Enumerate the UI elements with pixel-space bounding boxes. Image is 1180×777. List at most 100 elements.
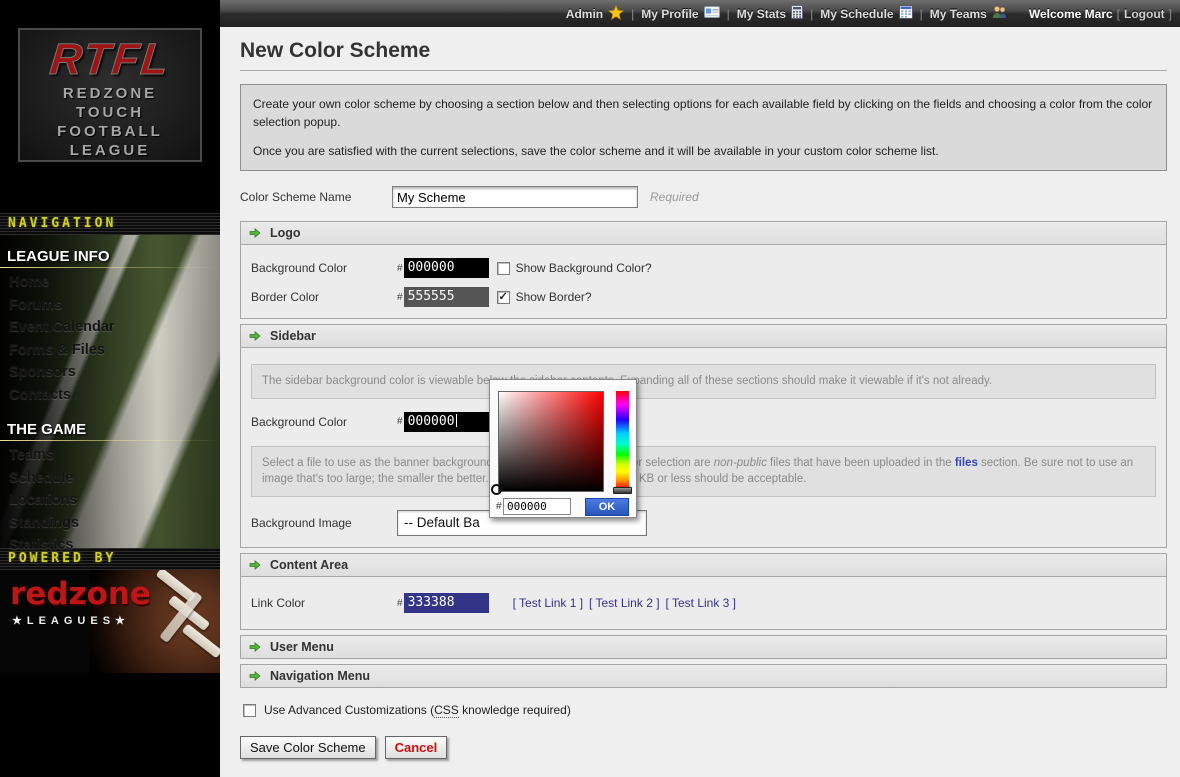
logo-border-color-swatch[interactable]: 555555	[404, 287, 489, 307]
section-user-menu: User Menu	[240, 635, 1167, 659]
menu-my-stats[interactable]: My Stats	[737, 5, 803, 22]
logo-acronym: RTFL	[17, 36, 202, 84]
menu-my-profile[interactable]: My Profile	[641, 6, 719, 21]
sidebar-bg-color-swatch[interactable]: 000000	[404, 412, 489, 432]
banner-note-text: Select a file to use as the banner backg…	[262, 457, 714, 469]
group-icon	[992, 5, 1007, 22]
sidebar-item-home[interactable]: Home	[0, 271, 220, 294]
menu-my-teams-label: My Teams	[930, 7, 987, 21]
section-content-area: Content Area Link Color # 333388 [ Test …	[240, 553, 1167, 630]
navigation-band: NAVIGATION	[0, 213, 220, 235]
sidebar-item-locations[interactable]: Locations	[0, 489, 220, 512]
field-label: Link Color	[251, 596, 397, 610]
link-color-row: Link Color # 333388 [ Test Link 1 ] [ Te…	[251, 593, 1156, 613]
logo-border-color-row: Border Color # 555555 ✓ Show Border?	[251, 287, 1156, 307]
checkbox-label: Show Border?	[516, 290, 592, 304]
hex-hash: #	[397, 416, 403, 427]
logo-line: REDZONE	[20, 84, 200, 103]
menu-my-teams[interactable]: My Teams	[930, 5, 1007, 22]
logo-line: TOUCH	[20, 103, 200, 122]
menu-separator: |	[810, 7, 813, 21]
menu-separator: |	[727, 7, 730, 21]
test-links: [ Test Link 1 ] [ Test Link 2 ] [ Test L…	[513, 596, 736, 610]
menu-admin-label: Admin	[566, 7, 603, 21]
main-content: New Color Scheme Create your own color s…	[220, 27, 1180, 777]
advanced-label-pre: Use Advanced Customizations (	[264, 703, 434, 717]
sidebar-item-event-calendar[interactable]: Event Calendar	[0, 316, 220, 339]
picker-hex-input[interactable]	[503, 498, 571, 515]
sidebar-item-teams[interactable]: Teams	[0, 444, 220, 467]
green-arrow-icon	[249, 559, 261, 571]
css-abbr: CSS	[434, 703, 459, 718]
advanced-label: Use Advanced Customizations (CSS knowled…	[264, 703, 571, 717]
sidebar-bottom	[0, 673, 220, 777]
nav-group-the-game: THE GAME	[0, 418, 220, 441]
sidebar-item-schedule[interactable]: Schedule	[0, 467, 220, 490]
hue-slider-bar[interactable]	[616, 391, 629, 487]
hue-slider-handle[interactable]	[613, 487, 632, 494]
saturation-value-gradient[interactable]	[498, 391, 604, 492]
powered-logo-area: redzone ★LEAGUES★	[0, 570, 220, 673]
section-body-sidebar: The sidebar background color is viewable…	[240, 348, 1167, 548]
league-logo: RTFL REDZONE TOUCH FOOTBALL LEAGUE	[18, 28, 202, 162]
picker-ok-button[interactable]: OK	[585, 498, 629, 516]
hex-hash: #	[397, 598, 403, 609]
hex-hash: #	[397, 292, 403, 303]
test-link-3[interactable]: [ Test Link 3 ]	[666, 596, 736, 610]
section-body-logo: Background Color # 000000 Show Backgroun…	[240, 245, 1167, 319]
logout-bracket: ]	[1169, 7, 1172, 21]
star-icon	[608, 5, 624, 23]
menu-separator: |	[920, 7, 923, 21]
picker-hex-hash: #	[496, 501, 502, 512]
section-header-content-area[interactable]: Content Area	[240, 553, 1167, 577]
menu-admin[interactable]: Admin	[566, 5, 624, 23]
files-link[interactable]: files	[955, 457, 978, 469]
section-header-navigation-menu[interactable]: Navigation Menu	[240, 664, 1167, 688]
green-arrow-icon	[249, 227, 261, 239]
menu-my-schedule-label: My Schedule	[820, 7, 893, 21]
test-link-2[interactable]: [ Test Link 2 ]	[589, 596, 659, 610]
logout-link[interactable]: Logout	[1124, 7, 1165, 21]
swatch-hex-value: 000000	[408, 414, 455, 429]
scheme-name-input[interactable]	[392, 186, 638, 208]
menu-my-schedule[interactable]: My Schedule	[820, 5, 912, 22]
section-header-logo[interactable]: Logo	[240, 221, 1167, 245]
section-body-content-area: Link Color # 333388 [ Test Link 1 ] [ Te…	[240, 577, 1167, 630]
field-label: Background Image	[251, 516, 397, 530]
link-color-swatch[interactable]: 333388	[404, 593, 489, 613]
show-bg-color-checkbox[interactable]	[497, 262, 510, 275]
page: RTFL REDZONE TOUCH FOOTBALL LEAGUE NAVIG…	[0, 0, 1180, 777]
logo-line: FOOTBALL	[20, 122, 200, 141]
section-header-user-menu[interactable]: User Menu	[240, 635, 1167, 659]
instructions-paragraph: Create your own color scheme by choosing…	[253, 95, 1154, 131]
green-arrow-icon	[249, 641, 261, 653]
page-title: New Color Scheme	[240, 39, 1167, 63]
instructions-paragraph: Once you are satisfied with the current …	[253, 142, 1154, 160]
checkbox-label: Show Background Color?	[516, 261, 652, 275]
save-color-scheme-button[interactable]: Save Color Scheme	[240, 736, 376, 759]
sidebar-note: The sidebar background color is viewable…	[251, 364, 1156, 399]
advanced-label-post: knowledge required)	[459, 703, 571, 717]
sidebar-item-forums[interactable]: Forums	[0, 294, 220, 317]
form-buttons: Save Color Scheme Cancel	[240, 736, 1167, 759]
advanced-customizations-checkbox[interactable]	[243, 704, 256, 717]
scheme-name-row: Color Scheme Name Required	[240, 186, 1167, 208]
menu-my-profile-label: My Profile	[641, 7, 698, 21]
title-divider	[240, 70, 1167, 71]
section-header-sidebar[interactable]: Sidebar	[240, 324, 1167, 348]
redzone-leagues-logo[interactable]: redzone	[10, 576, 151, 612]
banner-note-text: files that have been uploaded in the	[767, 457, 955, 469]
section-sidebar: Sidebar The sidebar background color is …	[240, 324, 1167, 548]
sidebar: RTFL REDZONE TOUCH FOOTBALL LEAGUE NAVIG…	[0, 0, 220, 777]
section-title: Content Area	[270, 558, 348, 572]
sidebar-item-forms-files[interactable]: Forms & Files	[0, 339, 220, 362]
sidebar-item-statistics[interactable]: Statistics	[0, 534, 220, 557]
sidebar-item-sponsors[interactable]: Sponsors	[0, 361, 220, 384]
show-border-checkbox[interactable]: ✓	[497, 291, 510, 304]
test-link-1[interactable]: [ Test Link 1 ]	[513, 596, 583, 610]
sidebar-item-standings[interactable]: Standings	[0, 512, 220, 535]
logo-bg-color-swatch[interactable]: 000000	[404, 258, 489, 278]
cancel-button[interactable]: Cancel	[385, 736, 448, 759]
sidebar-item-contacts[interactable]: Contacts	[0, 384, 220, 407]
color-picker-popup: # OK	[489, 379, 637, 518]
